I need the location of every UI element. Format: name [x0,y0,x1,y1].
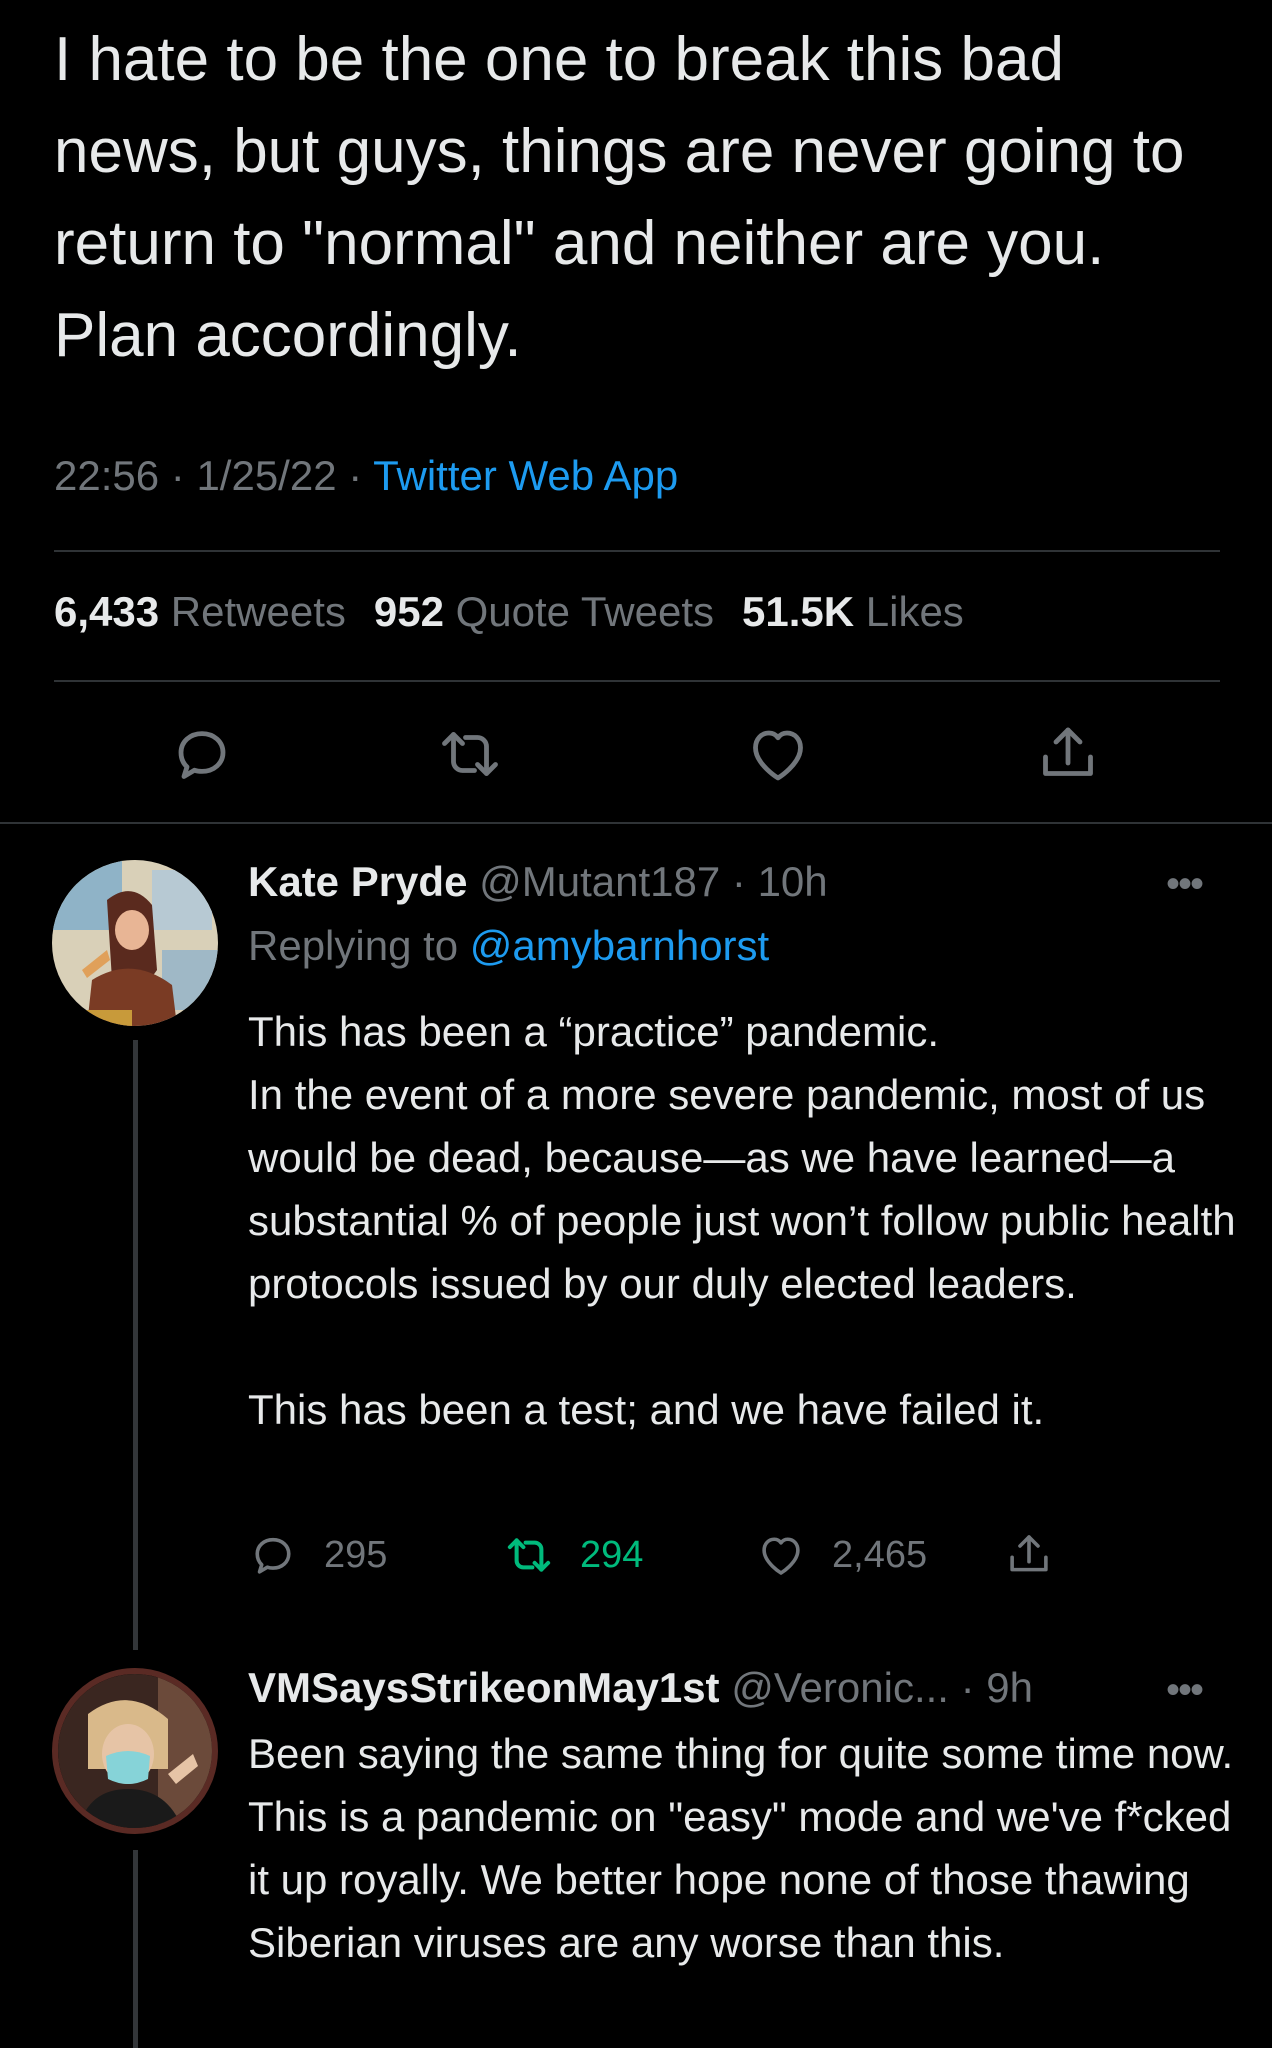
quote-tweets-stat[interactable]: 952 Quote Tweets [374,588,714,635]
author-handle[interactable]: @Mutant187 [479,858,720,905]
like-button[interactable]: 2,465 [754,1528,927,1582]
tweet-stats: 6,433 Retweets 952 Quote Tweets 51.5K Like… [54,588,964,636]
like-count: 2,465 [832,1533,928,1576]
tweet-source-link[interactable]: Twitter Web App [373,452,678,499]
retweet-icon [507,1538,551,1572]
retweet-icon[interactable] [434,718,506,790]
more-dots-icon[interactable]: ••• [1166,1668,1204,1713]
tweet-time: 22:56 [54,452,160,499]
divider [54,550,1220,552]
reply-header: VMSaysStrikeonMay1st @Veronic... · 9h [248,1664,1033,1711]
reply-bubble-icon [255,1537,291,1574]
reply-button[interactable]: 295 [246,1528,387,1582]
reply-action-bar: 295 294 2,465 [0,1528,1272,1588]
divider [54,680,1220,682]
tweet-action-bar [0,718,1272,798]
reply-count: 295 [324,1533,388,1576]
avatar[interactable] [52,860,218,1026]
retweet-count: 294 [580,1533,644,1576]
heart-icon[interactable] [742,718,814,790]
author-handle[interactable]: @Veronic... [731,1664,949,1711]
heart-icon [762,1537,800,1575]
replying-to-handle[interactable]: @amybarnhorst [470,922,769,969]
tweet-date: 1/25/22 [196,452,337,499]
thread-line [133,1850,138,2048]
retweets-stat[interactable]: 6,433 Retweets [54,588,346,635]
author-name[interactable]: Kate Pryde [248,858,467,905]
reply-text: This has been a “practice” pandemic. In … [248,1008,1236,1433]
reply-text: Been saying the same thing for quite som… [248,1730,1234,1966]
avatar[interactable] [52,1668,218,1834]
reply-header: Kate Pryde @Mutant187 · 10h [248,858,828,905]
reply-bubble-icon[interactable] [166,718,238,790]
author-name[interactable]: VMSaysStrikeonMay1st [248,1664,720,1711]
retweet-button[interactable]: 294 [502,1528,643,1582]
share-icon [1010,1535,1048,1572]
more-dots-icon[interactable]: ••• [1166,862,1204,907]
tweet-text: I hate to be the one to break this bad n… [54,25,1185,370]
replying-to: Replying to @amybarnhorst [248,922,770,969]
share-button[interactable] [1002,1528,1080,1582]
reply-time[interactable]: 9h [986,1664,1033,1711]
share-icon[interactable] [1032,718,1104,790]
divider [0,822,1272,824]
tweet-meta: 22:56 · 1/25/22 · Twitter Web App [54,452,679,499]
reply-time[interactable]: 10h [758,858,828,905]
likes-stat[interactable]: 51.5K Likes [742,588,964,635]
